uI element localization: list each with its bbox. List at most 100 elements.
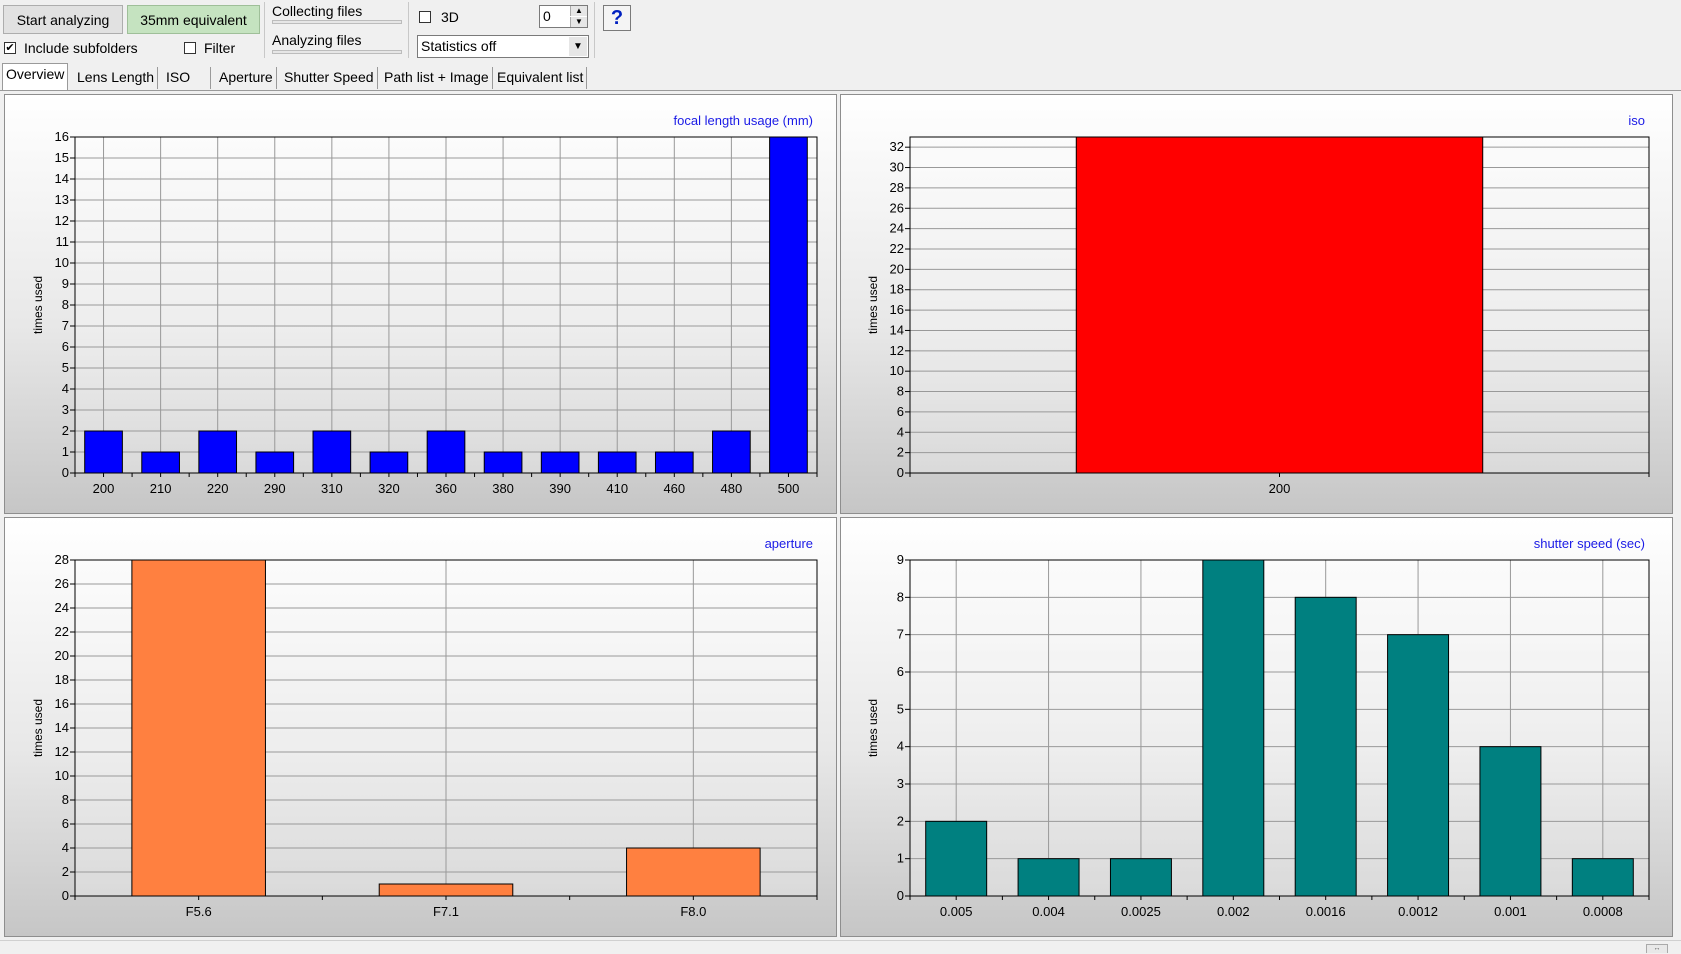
count-spinner[interactable]: 0 ▲ ▼ bbox=[539, 5, 588, 28]
y-tick-label: 8 bbox=[897, 384, 904, 399]
y-axis-label: times used bbox=[31, 276, 45, 334]
status-bar bbox=[0, 940, 1681, 954]
start-analyzing-button[interactable]: Start analyzing bbox=[3, 5, 123, 34]
x-tick-label: 360 bbox=[435, 481, 457, 496]
bar bbox=[540, 451, 580, 474]
bar bbox=[141, 451, 180, 474]
focal-length-chart-panel: 0 1 2 3 4 5 6 7 8 9 10 11 12 13 14 15 16 200 210 220 290 310 3… bbox=[4, 94, 837, 514]
include-subfolders-checkbox[interactable]: ✔ bbox=[4, 42, 16, 54]
bar bbox=[1479, 746, 1542, 897]
y-tick-label: 9 bbox=[897, 552, 904, 567]
tab-aperture[interactable]: Aperture bbox=[216, 67, 277, 89]
x-tick-label: 410 bbox=[606, 481, 628, 496]
bar bbox=[378, 883, 514, 897]
x-tick-label: 0.005 bbox=[940, 904, 973, 919]
chart-title: iso bbox=[1628, 113, 1645, 128]
chart-title: shutter speed (sec) bbox=[1534, 536, 1645, 551]
y-tick-label: 6 bbox=[897, 404, 904, 419]
y-tick-label: 8 bbox=[62, 297, 69, 312]
y-tick-label: 6 bbox=[62, 816, 69, 831]
chart-svg: 012345678910111213141516200 210 220 290 310 3… bbox=[31, 113, 818, 496]
y-tick-label: 12 bbox=[890, 343, 904, 358]
y-tick-label: 9 bbox=[62, 276, 69, 291]
toolbar-separator bbox=[264, 2, 265, 58]
chart-svg: 0 1 2 3 4 5 6 7 8 9 0.005 0.004 0.0025 0.002 0.0016 0.0… bbox=[866, 536, 1650, 919]
spinner-up-icon[interactable]: ▲ bbox=[570, 6, 587, 16]
y-tick-label: 1 bbox=[62, 444, 69, 459]
x-tick-label: F8.0 bbox=[680, 904, 706, 919]
bar bbox=[1202, 559, 1265, 897]
y-tick-label: 1 bbox=[897, 851, 904, 866]
x-tick-label: 460 bbox=[663, 481, 685, 496]
x-tick-label: 0.001 bbox=[1494, 904, 1527, 919]
bar bbox=[131, 559, 266, 897]
35mm-equivalent-toggle[interactable]: 35mm equivalent bbox=[127, 5, 260, 34]
help-button[interactable]: ? bbox=[603, 5, 631, 31]
y-tick-label: 7 bbox=[897, 627, 904, 642]
bar bbox=[84, 430, 123, 474]
chart-svg: 0246810121416182022242628F5.6 F7.1 F8.0ape… bbox=[31, 536, 818, 919]
y-tick-label: 7 bbox=[62, 318, 69, 333]
y-tick-label: 32 bbox=[890, 139, 904, 154]
y-tick-label: 8 bbox=[897, 589, 904, 604]
y-tick-label: 0 bbox=[897, 465, 904, 480]
x-tick-label: 0.002 bbox=[1217, 904, 1250, 919]
bar bbox=[597, 451, 637, 474]
y-axis-label: times used bbox=[866, 276, 880, 334]
y-tick-label: 2 bbox=[897, 445, 904, 460]
y-tick-label: 8 bbox=[62, 792, 69, 807]
resize-grip-icon[interactable]: ↔ bbox=[1646, 944, 1668, 953]
analyzing-progress-bar bbox=[272, 50, 402, 54]
x-tick-label: 0.0025 bbox=[1121, 904, 1161, 919]
filter-checkbox[interactable] bbox=[184, 42, 196, 54]
x-tick-label: 0.004 bbox=[1032, 904, 1065, 919]
y-tick-label: 3 bbox=[62, 402, 69, 417]
y-tick-label: 16 bbox=[890, 302, 904, 317]
chevron-down-icon[interactable]: ▼ bbox=[569, 37, 587, 56]
x-tick-label: 500 bbox=[778, 481, 800, 496]
bar bbox=[1571, 858, 1634, 897]
y-tick-label: 4 bbox=[897, 739, 904, 754]
tab-overview[interactable]: Overview bbox=[2, 63, 69, 90]
x-tick-label: 220 bbox=[207, 481, 229, 496]
x-tick-label: 0.0012 bbox=[1398, 904, 1438, 919]
y-tick-label: 4 bbox=[62, 840, 69, 855]
tab-lens-length[interactable]: Lens Length bbox=[74, 67, 159, 89]
y-tick-label: 10 bbox=[55, 255, 69, 270]
y-tick-label: 14 bbox=[55, 171, 69, 186]
x-tick-label: 0.0008 bbox=[1583, 904, 1623, 919]
y-tick-label: 20 bbox=[890, 261, 904, 276]
chart-title: focal length usage (mm) bbox=[674, 113, 813, 128]
3d-label: 3D bbox=[441, 9, 459, 25]
y-tick-label: 10 bbox=[55, 768, 69, 783]
bar bbox=[712, 430, 751, 474]
y-tick-label: 26 bbox=[890, 200, 904, 215]
y-tick-label: 20 bbox=[55, 648, 69, 663]
spinner-down-icon[interactable]: ▼ bbox=[570, 17, 587, 27]
bar bbox=[925, 820, 988, 897]
tab-iso[interactable]: ISO bbox=[163, 67, 211, 89]
tab-equivalent-list[interactable]: Equivalent list bbox=[494, 67, 588, 89]
y-tick-label: 0 bbox=[897, 888, 904, 903]
y-tick-label: 22 bbox=[890, 241, 904, 256]
3d-checkbox[interactable] bbox=[419, 11, 431, 23]
bar bbox=[769, 136, 808, 474]
x-tick-label: 310 bbox=[321, 481, 343, 496]
statistics-select[interactable]: Statistics off ▼ bbox=[417, 35, 589, 58]
tab-shutter-speed[interactable]: Shutter Speed bbox=[281, 67, 378, 89]
y-tick-label: 22 bbox=[55, 624, 69, 639]
y-tick-label: 12 bbox=[55, 744, 69, 759]
bar bbox=[312, 430, 352, 474]
y-tick-label: 4 bbox=[62, 381, 69, 396]
y-tick-label: 13 bbox=[55, 192, 69, 207]
y-tick-label: 24 bbox=[890, 221, 904, 236]
y-tick-label: 24 bbox=[55, 600, 69, 615]
y-tick-label: 2 bbox=[897, 813, 904, 828]
bar bbox=[255, 451, 295, 474]
y-tick-label: 6 bbox=[897, 664, 904, 679]
x-tick-label: F7.1 bbox=[433, 904, 459, 919]
tab-path-list-image[interactable]: Path list + Image bbox=[381, 67, 493, 89]
y-tick-label: 11 bbox=[56, 234, 70, 249]
bar bbox=[1017, 858, 1080, 897]
y-tick-label: 30 bbox=[890, 160, 904, 175]
